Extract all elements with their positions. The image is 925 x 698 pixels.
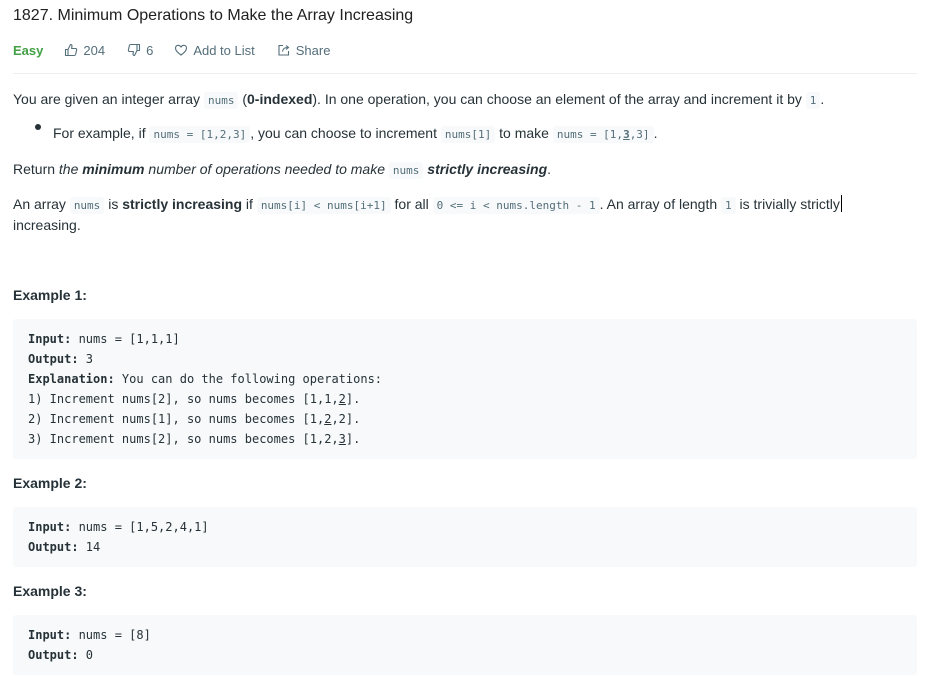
inline-code: nums xyxy=(69,197,105,214)
bullet-dot xyxy=(35,124,41,130)
example-input: Input: nums = [1,5,2,4,1] xyxy=(28,520,209,534)
example-output: Output: 3 xyxy=(28,352,94,366)
example-2-heading: Example 2: xyxy=(13,475,87,491)
text-cursor xyxy=(840,195,842,212)
explanation-step: 1) Increment nums[2], so nums becomes [1… xyxy=(28,392,361,406)
like-button[interactable]: 204 xyxy=(64,43,105,58)
thumbs-up-icon xyxy=(65,43,78,57)
example-2-block: Input: nums = [1,5,2,4,1] Output: 14 xyxy=(13,507,917,567)
description-paragraph-2: Return the minimum number of operations … xyxy=(13,161,552,179)
example-input: Input: nums = [8] xyxy=(28,628,151,642)
example-3-block: Input: nums = [8] Output: 0 xyxy=(13,615,917,675)
description-paragraph-1: You are given an integer array nums (0-i… xyxy=(13,91,825,109)
inline-code: 1 xyxy=(805,92,821,109)
explanation-step: 2) Increment nums[1], so nums becomes [1… xyxy=(28,412,361,426)
example-explanation: Explanation: You can do the following op… xyxy=(28,372,383,386)
example-3-heading: Example 3: xyxy=(13,583,87,599)
difficulty-badge: Easy xyxy=(13,42,44,58)
thumbs-down-icon xyxy=(127,43,141,57)
add-to-list-label: Add to List xyxy=(193,42,255,58)
heart-icon xyxy=(175,44,188,56)
example-1-block: Input: nums = [1,1,1] Output: 3 Explanat… xyxy=(13,319,917,459)
inline-code: nums xyxy=(203,92,239,109)
share-button[interactable]: Share xyxy=(277,42,331,58)
inline-code: nums[1] xyxy=(440,126,496,143)
problem-meta-bar: Easy 204 6 Add to List Share xyxy=(13,41,352,59)
example-bullet: For example, if nums = [1,2,3], you can … xyxy=(53,125,658,143)
add-to-list-button[interactable]: Add to List xyxy=(174,42,255,58)
inline-code: nums[i] < nums[i+1] xyxy=(256,197,391,214)
dislike-count: 6 xyxy=(146,42,154,58)
like-count: 204 xyxy=(83,42,106,58)
share-label: Share xyxy=(295,42,331,58)
example-1-heading: Example 1: xyxy=(13,287,87,303)
share-icon xyxy=(278,44,290,56)
description-paragraph-3-continued: increasing. xyxy=(13,217,81,233)
inline-code: nums = [1,2,3] xyxy=(149,126,251,143)
inline-code: 0 <= i < nums.length - 1 xyxy=(432,197,600,214)
inline-code: nums xyxy=(388,162,424,179)
inline-code: nums = [1,3,3] xyxy=(552,126,654,143)
example-input: Input: nums = [1,1,1] xyxy=(28,332,180,346)
description-paragraph-3: An array nums is strictly increasing if … xyxy=(13,195,842,214)
explanation-step: 3) Increment nums[2], so nums becomes [1… xyxy=(28,432,361,446)
example-output: Output: 0 xyxy=(28,648,94,662)
example-output: Output: 14 xyxy=(28,540,101,554)
dislike-button[interactable]: 6 xyxy=(127,43,153,58)
divider xyxy=(13,73,917,74)
inline-code: 1 xyxy=(721,197,736,214)
problem-title: 1827. Minimum Operations to Make the Arr… xyxy=(13,7,414,24)
